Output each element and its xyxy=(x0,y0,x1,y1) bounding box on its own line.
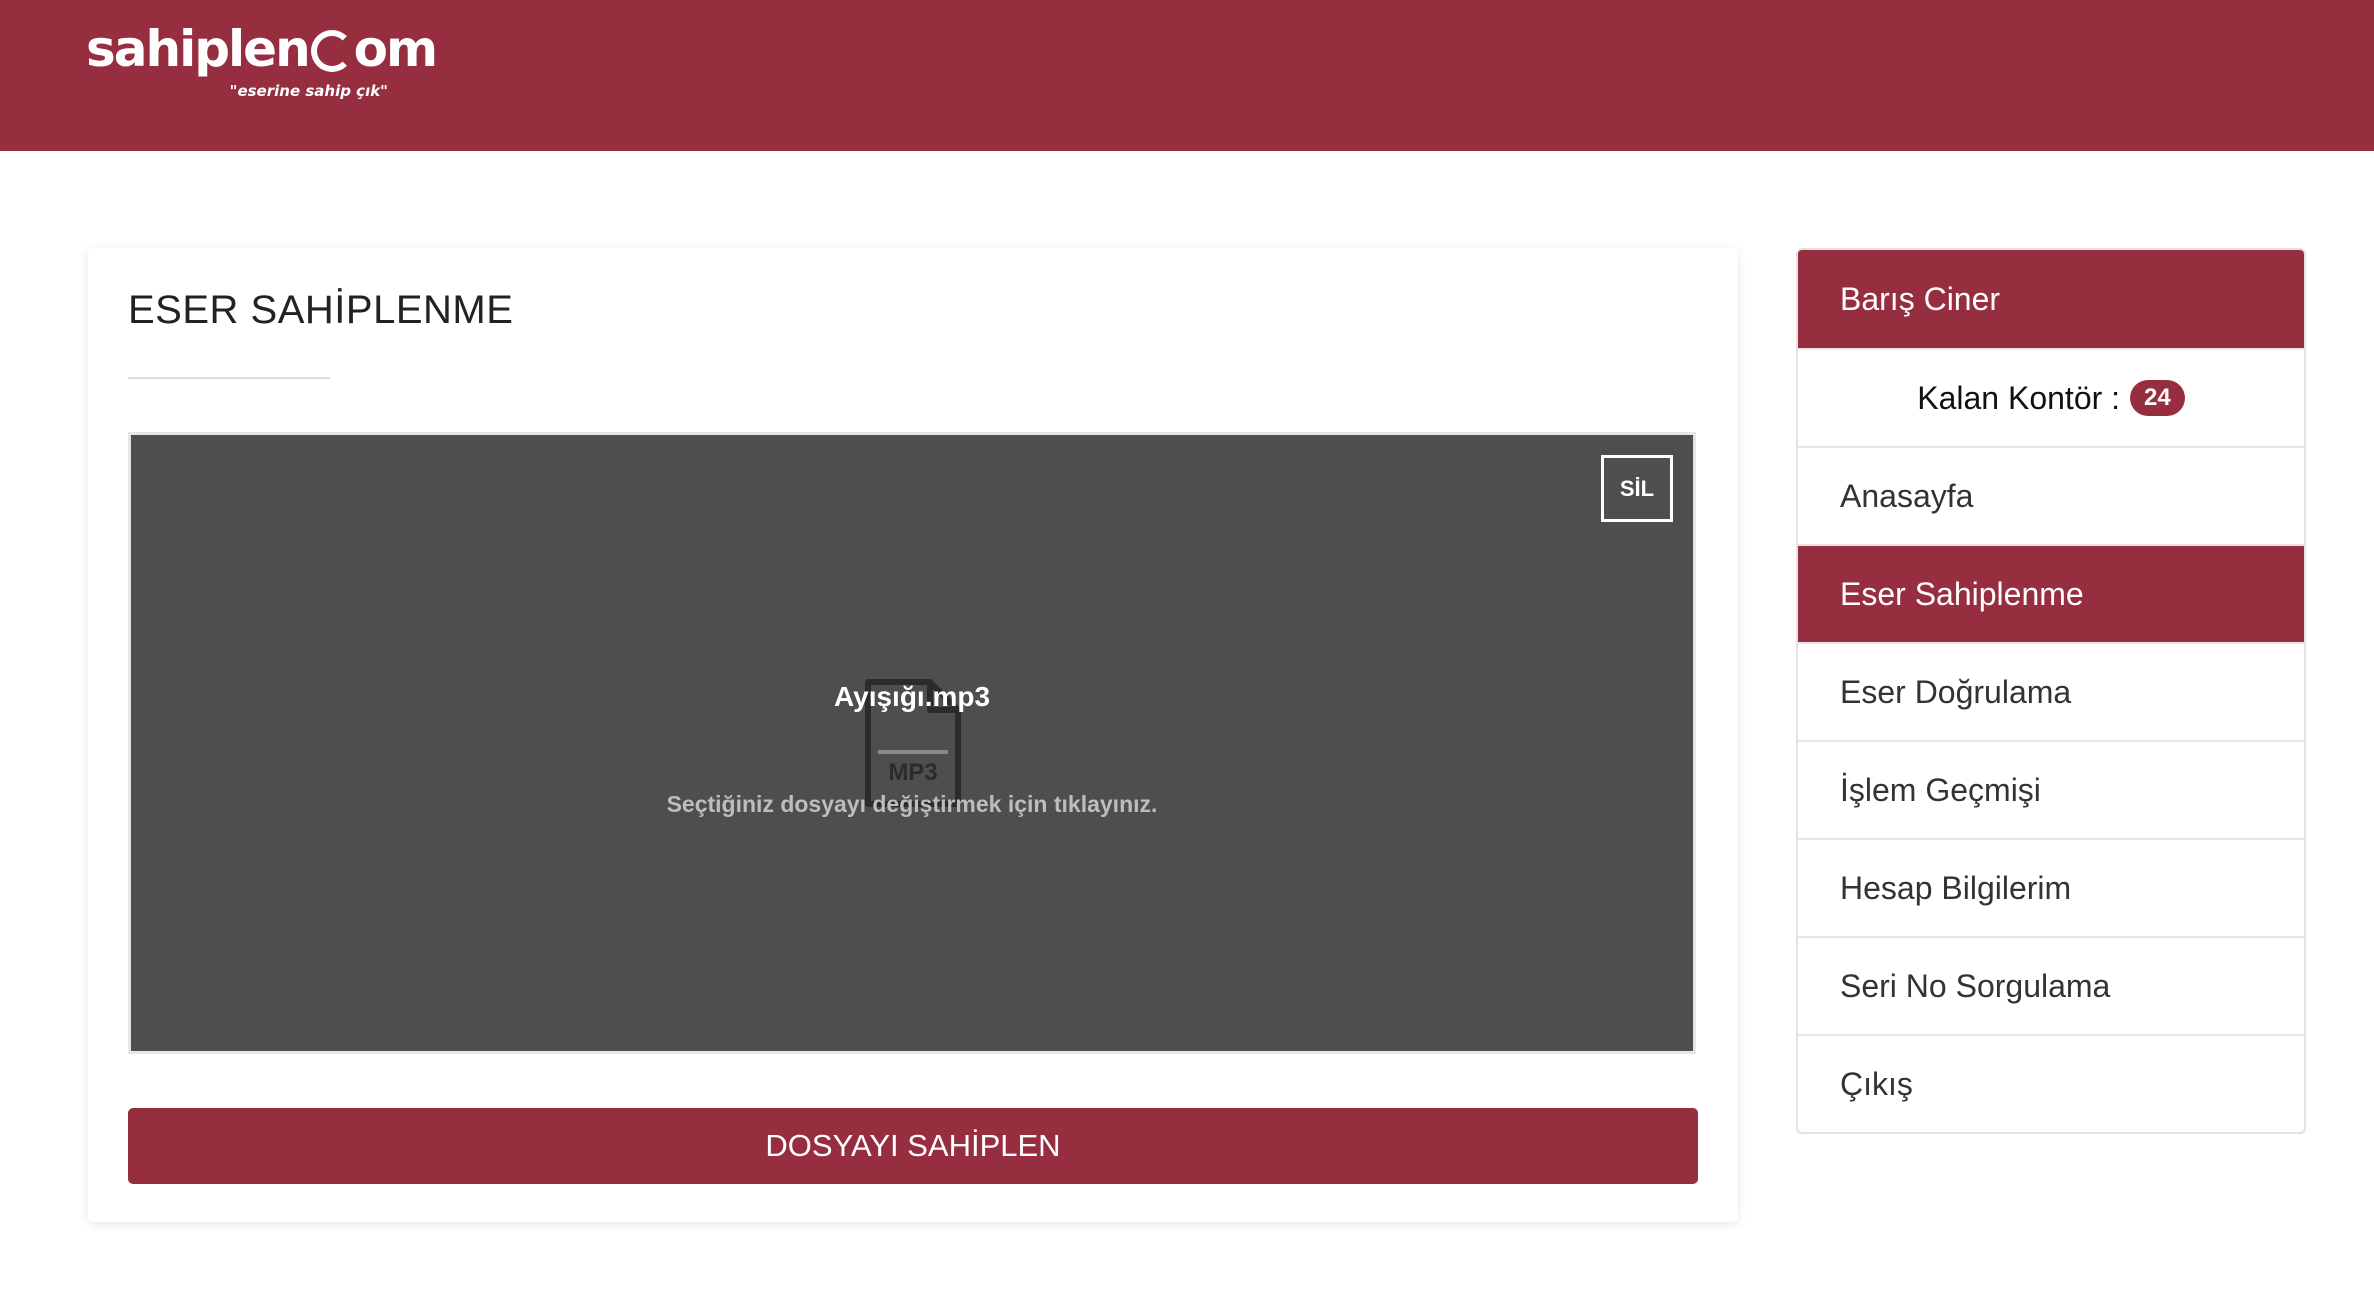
site-header: sahiplen om "eserine sahip çık" xyxy=(0,0,2374,151)
file-type-label: MP3 xyxy=(888,759,937,786)
sidebar-item-history[interactable]: İşlem Geçmişi xyxy=(1798,740,2304,838)
file-dropzone[interactable]: SİL MP3 Ayışığı.mp3 Seçtiğiniz dosyayı d… xyxy=(128,432,1696,1054)
title-divider xyxy=(128,377,330,379)
sidebar-menu: Barış Ciner Kalan Kontör : 24 Anasayfa E… xyxy=(1796,248,2306,1134)
sidebar-item-verify-work[interactable]: Eser Doğrulama xyxy=(1798,642,2304,740)
delete-file-button[interactable]: SİL xyxy=(1601,455,1673,522)
credit-badge: 24 xyxy=(2130,380,2185,416)
sidebar-item-account[interactable]: Hesap Bilgilerim xyxy=(1798,838,2304,936)
sidebar-item-serial-lookup[interactable]: Seri No Sorgulama xyxy=(1798,936,2304,1034)
page-title: ESER SAHİPLENME xyxy=(128,288,514,332)
sidebar-credit-row: Kalan Kontör : 24 xyxy=(1798,348,2304,446)
sidebar-item-claim-work[interactable]: Eser Sahiplenme xyxy=(1798,544,2304,642)
selected-file-name: Ayışığı.mp3 xyxy=(833,681,991,712)
site-logo[interactable]: sahiplen om "eserine sahip çık" xyxy=(86,18,438,108)
sidebar-item-home[interactable]: Anasayfa xyxy=(1798,446,2304,544)
claim-file-button[interactable]: DOSYAYI SAHİPLEN xyxy=(128,1108,1698,1184)
logo-c-ring xyxy=(310,30,353,72)
main-card: ESER SAHİPLENME SİL MP3 Ayışığı.mp3 Seçt… xyxy=(88,248,1738,1222)
change-file-hint: Seçtiğiniz dosyayı değiştirmek için tıkl… xyxy=(666,791,1158,817)
logo-tagline: "eserine sahip çık" xyxy=(229,82,388,100)
sidebar-user-name: Barış Ciner xyxy=(1798,250,2304,348)
logo-wordmark: sahiplen om xyxy=(86,20,438,78)
sidebar-item-logout[interactable]: Çıkış xyxy=(1798,1034,2304,1132)
credit-label: Kalan Kontör : xyxy=(1917,379,2121,416)
